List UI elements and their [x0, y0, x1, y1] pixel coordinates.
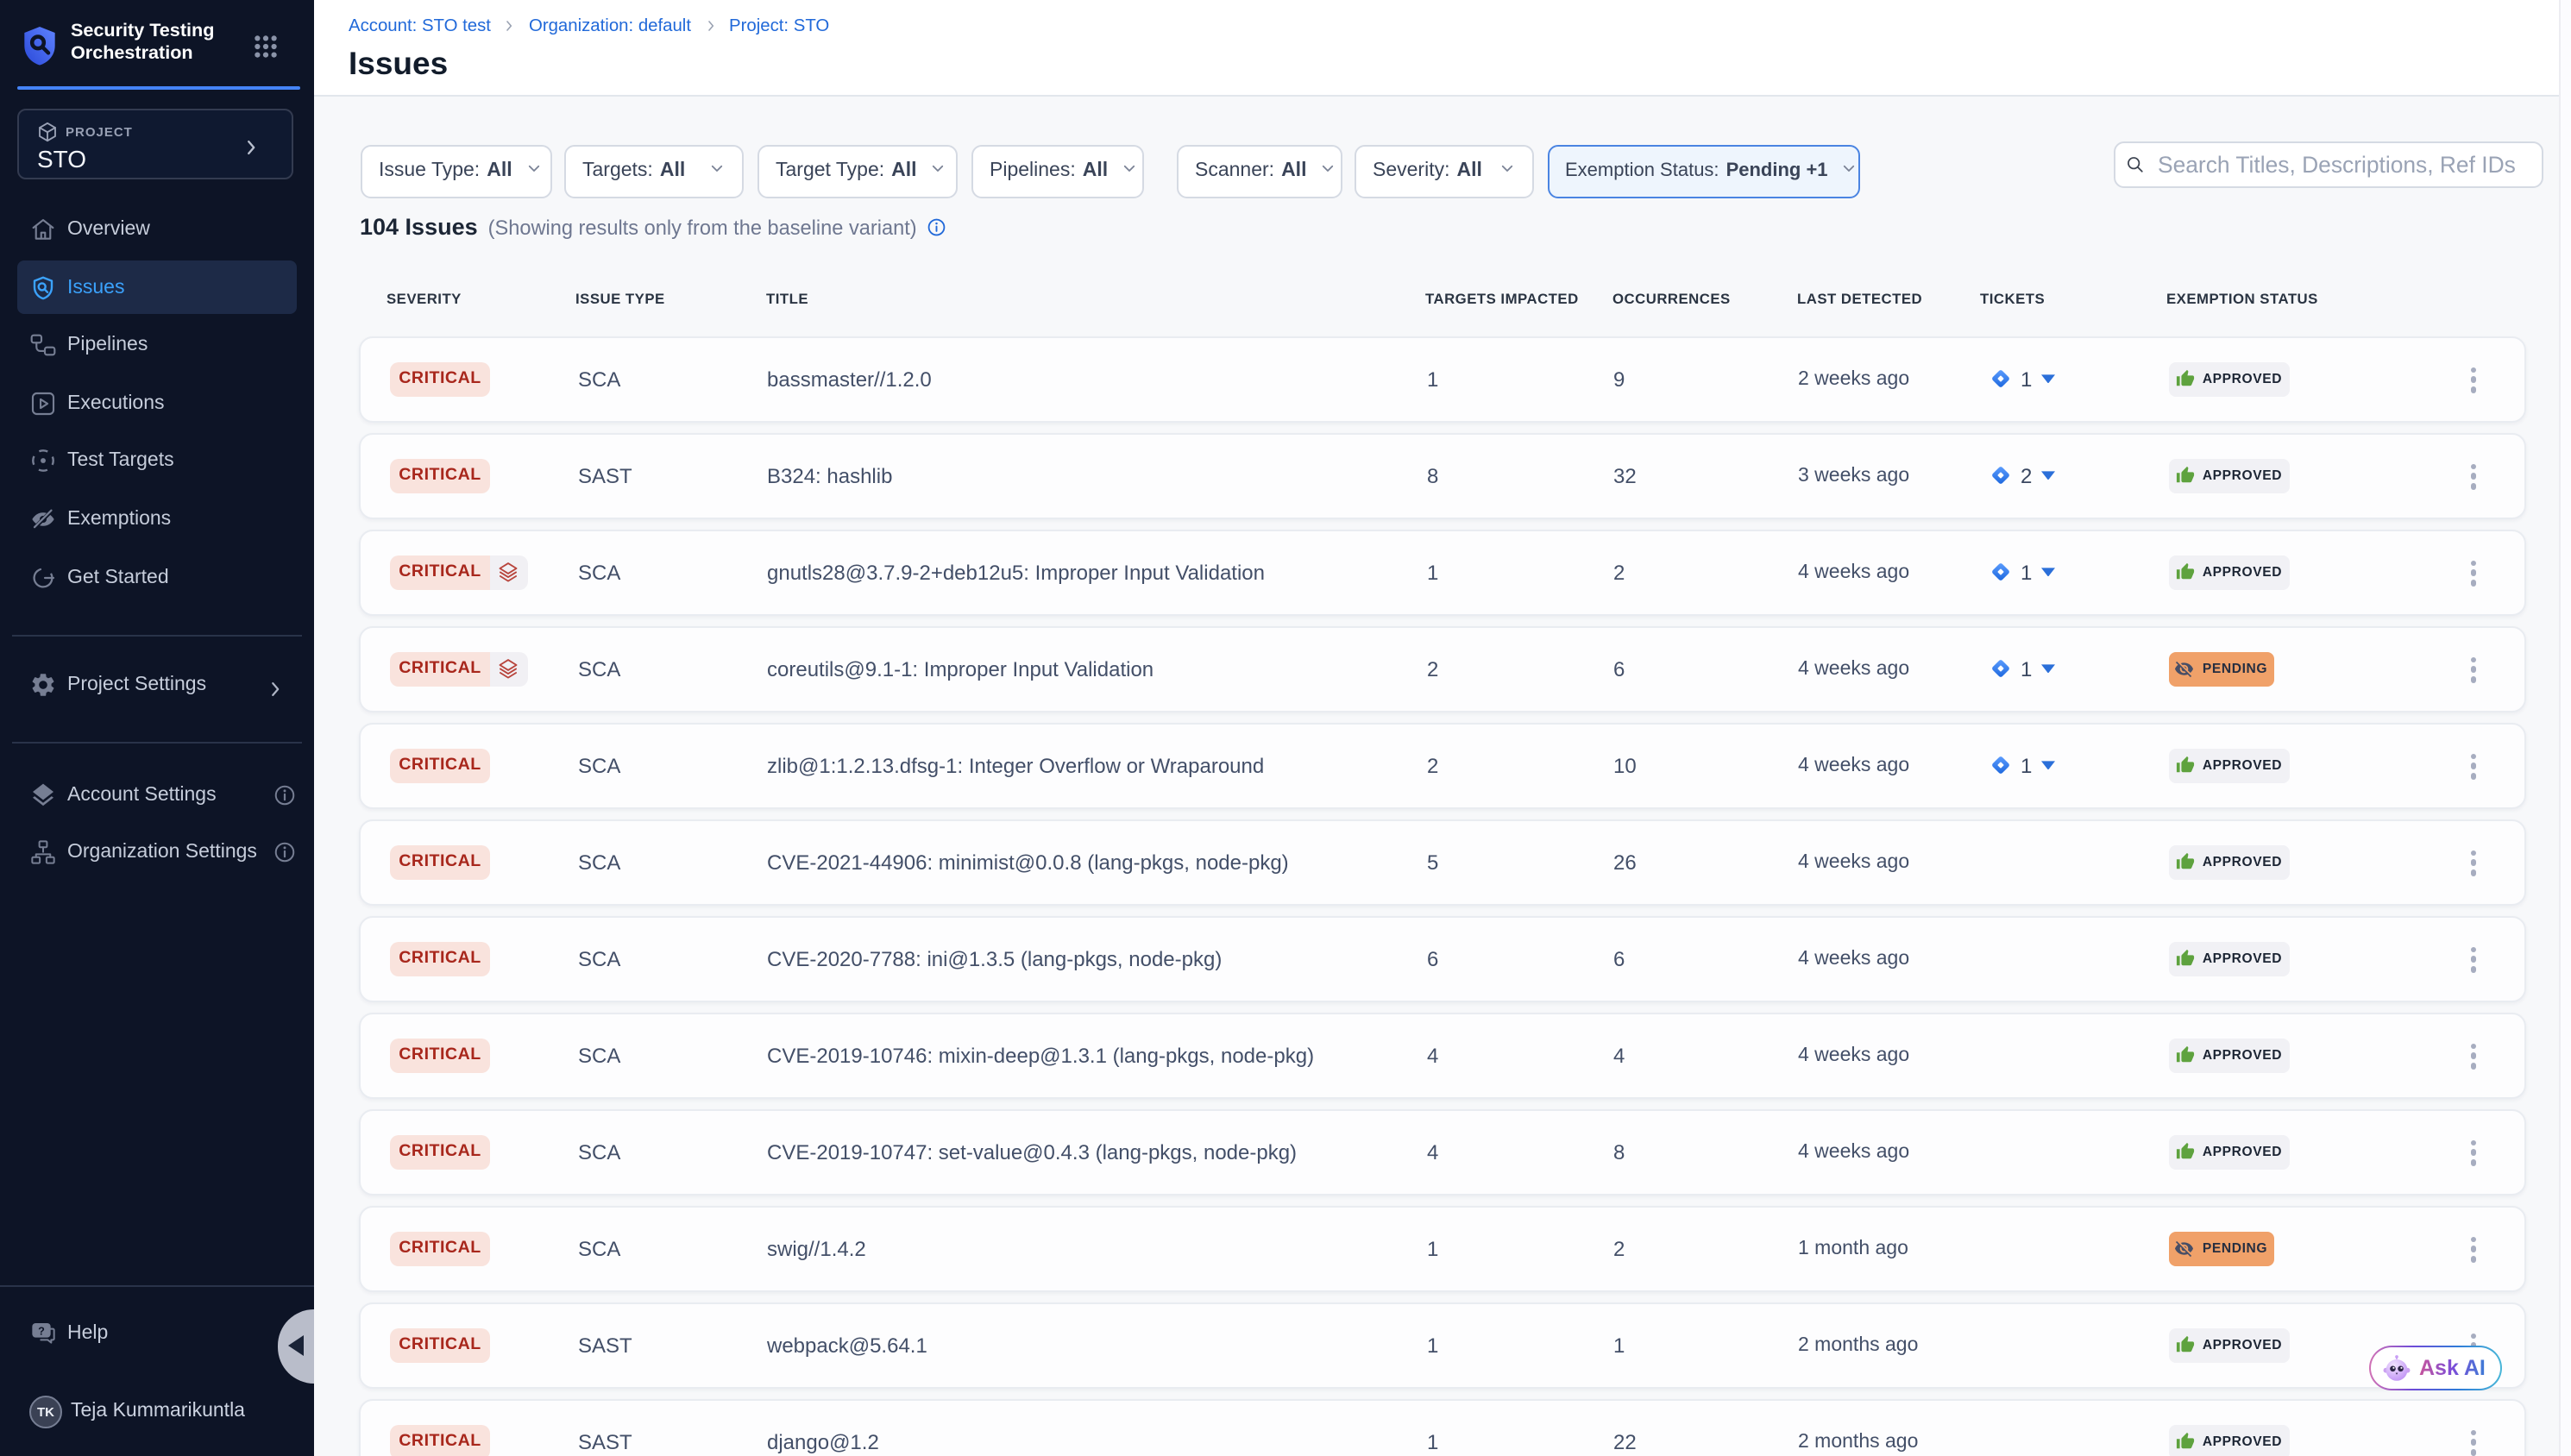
- svg-text:?: ?: [38, 1326, 45, 1338]
